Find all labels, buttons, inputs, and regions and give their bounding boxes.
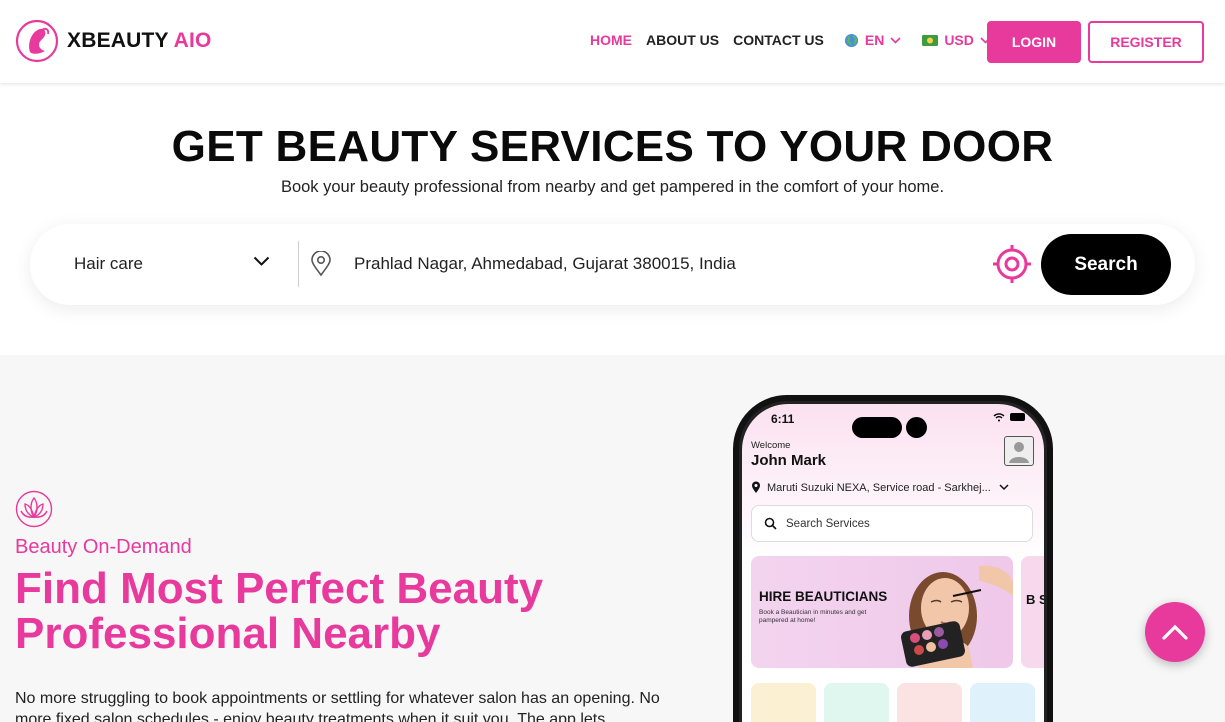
banner-subtitle: Book a Beautician in minutes and get pam… [759,609,867,624]
location-pin-icon [311,251,331,277]
category-select-value[interactable]: Hair care [74,254,143,274]
top-header: XBEAUTY AIO HOME ABOUT US CONTACT US EN … [0,0,1225,83]
dynamic-island [852,417,902,438]
language-selector[interactable]: EN [838,32,901,48]
nav-about-us[interactable]: ABOUT US [646,32,719,48]
phone-search-input: Search Services [751,505,1033,542]
banknote-icon [922,34,939,46]
globe-icon [844,33,858,47]
user-icon [1009,442,1029,463]
secondary-banner: B S [1021,556,1044,668]
lotus-icon [15,490,53,528]
logo-icon [15,19,59,63]
main-nav: HOME ABOUT US CONTACT US EN USD [590,32,1006,48]
camera-dot [906,417,927,438]
status-icons [993,413,1025,422]
scroll-to-top-button[interactable] [1145,602,1205,662]
phone-search-placeholder: Search Services [786,517,870,530]
hire-beauticians-banner: HIRE BEAUTICIANS Book a Beautician in mi… [751,556,1013,668]
search-button[interactable]: Search [1041,234,1171,295]
phone-welcome-label: Welcome [751,440,791,451]
currency-value: USD [944,32,974,48]
brand-logo[interactable]: XBEAUTY AIO [15,19,212,63]
category-tile [751,683,816,722]
chevron-down-icon [999,484,1009,491]
register-button[interactable]: REGISTER [1088,21,1204,63]
chevron-up-icon [1162,624,1188,640]
feature-section: Beauty On-Demand Find Most Perfect Beaut… [0,355,1225,722]
category-tile [824,683,889,722]
feature-headline: Find Most Perfect Beauty Professional Ne… [15,564,544,658]
nav-home[interactable]: HOME [590,32,632,48]
phone-mockup: 6:11 Welcome John Mark Maruti Suzuki NEX… [733,395,1053,722]
location-input[interactable] [354,254,974,274]
brand-name: XBEAUTY AIO [67,29,212,53]
category-tiles [751,683,1043,722]
beautician-illustration [901,565,1013,668]
login-button[interactable]: LOGIN [987,21,1081,63]
brand-name-part2: AIO [173,29,212,52]
secondary-banner-title: B S [1026,592,1044,607]
phone-address: Maruti Suzuki NEXA, Service road - Sarkh… [767,481,991,494]
hero-subtitle: Book your beauty professional from nearb… [280,178,945,196]
chevron-down-icon [890,36,901,44]
language-value: EN [864,32,885,48]
feature-kicker: Beauty On-Demand [15,536,192,558]
search-divider [298,241,299,287]
category-tile [897,683,962,722]
avatar [1004,436,1034,466]
chevron-down-icon[interactable] [253,256,270,267]
brand-name-part1: XBEAUTY [67,29,169,52]
currency-selector[interactable]: USD [916,32,991,48]
phone-address-row: Maruti Suzuki NEXA, Service road - Sarkh… [751,481,1031,494]
phone-username: John Mark [751,452,827,469]
category-tile [970,683,1035,722]
feature-paragraph: No more struggling to book appointments … [15,690,660,722]
phone-time: 6:11 [771,412,795,426]
service-search-bar: Hair care Search [30,224,1195,305]
nav-contact-us[interactable]: CONTACT US [733,32,824,48]
hero-title: GET BEAUTY SERVICES TO YOUR DOOR [171,122,1054,171]
search-icon [764,517,777,530]
banner-title: HIRE BEAUTICIANS [759,589,888,604]
location-pin-icon [752,481,760,493]
phone-screen: 6:11 Welcome John Mark Maruti Suzuki NEX… [742,404,1044,722]
current-location-icon[interactable] [992,244,1032,284]
